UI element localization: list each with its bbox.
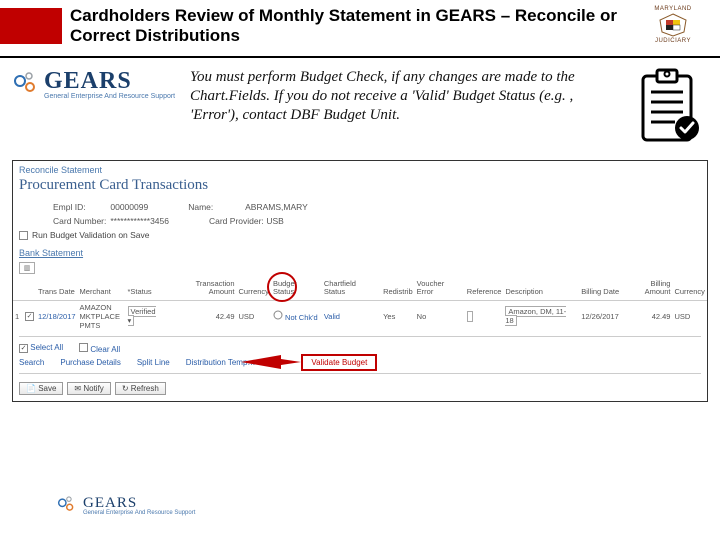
bank-statement-link[interactable]: Bank Statement: [13, 244, 707, 260]
arrow-icon: [241, 352, 301, 372]
card-provider-label: Card Provider:: [209, 216, 264, 226]
gears-brand: GEARS: [44, 68, 175, 95]
clipboard-check-icon: [630, 68, 710, 148]
grid-tab-icon[interactable]: ▥: [13, 260, 707, 276]
row-index: 1: [13, 300, 23, 332]
footer-subtitle: General Enterprise And Resource Support: [83, 510, 195, 516]
row-voucher-error: No: [415, 300, 465, 332]
row-checkbox[interactable]: ✓: [25, 312, 34, 321]
card-number-value: ************3456: [110, 216, 169, 226]
footer-gears-logo: GEARS General Enterprise And Resource Su…: [55, 494, 195, 516]
gears-subtitle: General Enterprise And Resource Support: [44, 93, 175, 100]
clear-all-checkbox[interactable]: [79, 343, 88, 352]
refresh-button[interactable]: ↻ Refresh: [115, 382, 166, 395]
budget-status-icon[interactable]: [273, 310, 283, 320]
row-trans-amt: 42.49: [166, 300, 236, 332]
description-input[interactable]: Amazon, DM, 11-18: [505, 306, 566, 326]
clear-all-link[interactable]: Clear All: [90, 345, 120, 354]
col-billing-amt: Billing Amount: [621, 276, 672, 300]
maryland-judiciary-seal: MARYLAND JUDICIARY: [632, 6, 714, 52]
row-merchant: AMAZON MKTPLACE PMTS: [78, 300, 126, 332]
gears-logo: GEARS General Enterprise And Resource Su…: [10, 68, 190, 100]
split-line-link[interactable]: Split Line: [137, 358, 170, 367]
run-budget-checkbox[interactable]: [19, 231, 28, 240]
status-select[interactable]: Verified ▾: [128, 306, 156, 326]
reference-input[interactable]: [467, 311, 473, 322]
transactions-table: Trans Date Merchant *Status Transaction …: [13, 276, 707, 332]
purchase-details-link[interactable]: Purchase Details: [60, 358, 120, 367]
instruction-text: You must perform Budget Check, if any ch…: [190, 68, 630, 124]
screenshot-panel: Reconcile Statement Procurement Card Tra…: [12, 160, 708, 402]
row-chartfield[interactable]: Valid: [322, 300, 381, 332]
slide-title: Cardholders Review of Monthly Statement …: [70, 6, 632, 45]
notify-button[interactable]: ✉ Notify: [67, 382, 110, 395]
highlight-circle-icon: [267, 272, 297, 302]
col-reference: Reference: [465, 276, 504, 300]
select-all-checkbox[interactable]: ✓: [19, 344, 28, 353]
empl-id-label: Empl ID:: [53, 202, 108, 212]
col-currency: Currency: [237, 276, 271, 300]
validate-budget-button[interactable]: Validate Budget: [301, 354, 377, 371]
title-red-block: [0, 8, 62, 44]
col-currency2: Currency: [672, 276, 707, 300]
col-trans-date: Trans Date: [36, 276, 78, 300]
seal-icon: [656, 12, 690, 38]
row-currency: USD: [237, 300, 271, 332]
row-redistrib: Yes: [381, 300, 415, 332]
save-button[interactable]: 📄 Save: [19, 382, 63, 395]
select-all-link[interactable]: Select All: [30, 343, 63, 352]
empl-id-value: 00000099: [110, 202, 148, 212]
row-currency2: USD: [672, 300, 707, 332]
row-billing-amt: 42.49: [621, 300, 672, 332]
card-number-label: Card Number:: [53, 216, 108, 226]
col-redistrib: Redistrib: [381, 276, 415, 300]
panel-heading: Procurement Card Transactions: [13, 177, 707, 200]
col-trans-amt: Transaction Amount: [166, 276, 236, 300]
row-billing-date: 12/26/2017: [579, 300, 621, 332]
name-value: ABRAMS,MARY: [245, 202, 308, 212]
table-row: 1 ✓ 12/18/2017 AMAZON MKTPLACE PMTS Veri…: [13, 300, 707, 332]
col-status: *Status: [126, 276, 167, 300]
gears-icon: [55, 494, 77, 516]
col-merchant: Merchant: [78, 276, 126, 300]
col-billing-date: Billing Date: [579, 276, 621, 300]
gears-icon: [10, 69, 40, 99]
row-budget-status[interactable]: Not Chk'd: [285, 313, 318, 322]
breadcrumb[interactable]: Reconcile Statement: [13, 161, 707, 177]
col-voucher-error: Voucher Error: [415, 276, 465, 300]
name-label: Name:: [188, 202, 243, 212]
col-chartfield: Chartfield Status: [322, 276, 381, 300]
run-budget-label: Run Budget Validation on Save: [32, 230, 150, 240]
search-link[interactable]: Search: [19, 358, 44, 367]
seal-bottom-text: JUDICIARY: [655, 38, 691, 44]
card-provider-value: USB: [266, 216, 283, 226]
col-description: Description: [503, 276, 579, 300]
row-trans-date[interactable]: 12/18/2017: [36, 300, 78, 332]
